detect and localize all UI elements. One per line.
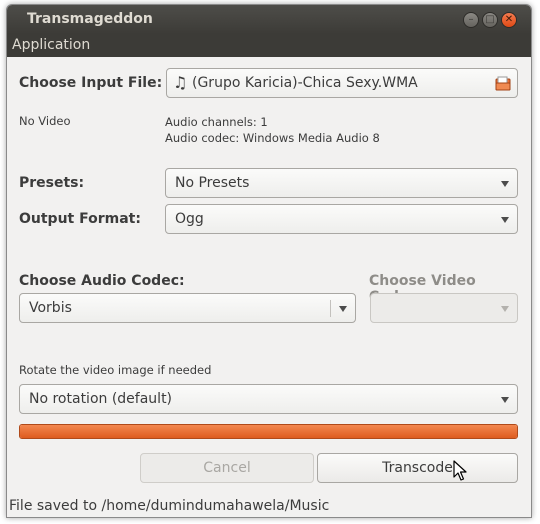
chevron-down-icon bbox=[339, 306, 347, 312]
menu-application[interactable]: Application bbox=[12, 37, 90, 53]
video-info: No Video bbox=[19, 114, 71, 128]
chevron-down-icon bbox=[501, 306, 509, 312]
audio-codec-value: Vorbis bbox=[29, 300, 72, 316]
input-file-chooser[interactable]: ♫ (Grupo Karicia)-Chica Sexy.WMA bbox=[166, 68, 518, 98]
chevron-down-icon bbox=[501, 217, 509, 223]
close-icon[interactable]: ✕ bbox=[501, 12, 517, 28]
cancel-button[interactable]: Cancel bbox=[140, 453, 314, 483]
presets-label: Presets: bbox=[19, 175, 85, 191]
rotation-value: No rotation (default) bbox=[29, 391, 173, 407]
rotation-dropdown[interactable]: No rotation (default) bbox=[19, 384, 518, 414]
rotation-label: Rotate the video image if needed bbox=[19, 363, 212, 377]
audio-codec-info: Audio codec: Windows Media Audio 8 bbox=[165, 131, 380, 145]
output-format-value: Ogg bbox=[175, 211, 204, 227]
audio-codec-label: Choose Audio Codec: bbox=[19, 273, 185, 289]
combo-separator bbox=[330, 300, 331, 317]
progress-fill bbox=[20, 425, 517, 438]
presets-value: No Presets bbox=[175, 175, 250, 191]
input-file-name: (Grupo Karicia)-Chica Sexy.WMA bbox=[192, 75, 418, 91]
minimize-icon[interactable]: – bbox=[463, 12, 479, 28]
audio-codec-dropdown[interactable]: Vorbis bbox=[19, 293, 356, 323]
output-format-dropdown[interactable]: Ogg bbox=[165, 204, 518, 234]
transcode-button[interactable]: Transcode bbox=[317, 453, 518, 483]
chevron-down-icon bbox=[501, 181, 509, 187]
output-format-label: Output Format: bbox=[19, 211, 141, 227]
menubar: Application bbox=[7, 34, 531, 57]
audio-channels-info: Audio channels: 1 bbox=[165, 115, 268, 129]
mouse-pointer-icon bbox=[453, 460, 467, 486]
file-open-icon bbox=[495, 76, 511, 95]
main-window: Transmageddon – □ ✕ Application Choose I… bbox=[6, 4, 532, 518]
titlebar[interactable]: Transmageddon – □ ✕ bbox=[7, 5, 531, 34]
input-file-label: Choose Input File: bbox=[19, 75, 163, 91]
presets-dropdown[interactable]: No Presets bbox=[165, 168, 518, 198]
chevron-down-icon bbox=[501, 397, 509, 403]
music-note-icon: ♫ bbox=[173, 73, 188, 92]
maximize-icon[interactable]: □ bbox=[482, 12, 498, 28]
progress-bar bbox=[19, 424, 518, 439]
video-codec-dropdown[interactable] bbox=[370, 293, 518, 323]
status-text: File saved to /home/dumindumahawela/Musi… bbox=[9, 498, 330, 514]
window-title: Transmageddon bbox=[27, 11, 153, 27]
